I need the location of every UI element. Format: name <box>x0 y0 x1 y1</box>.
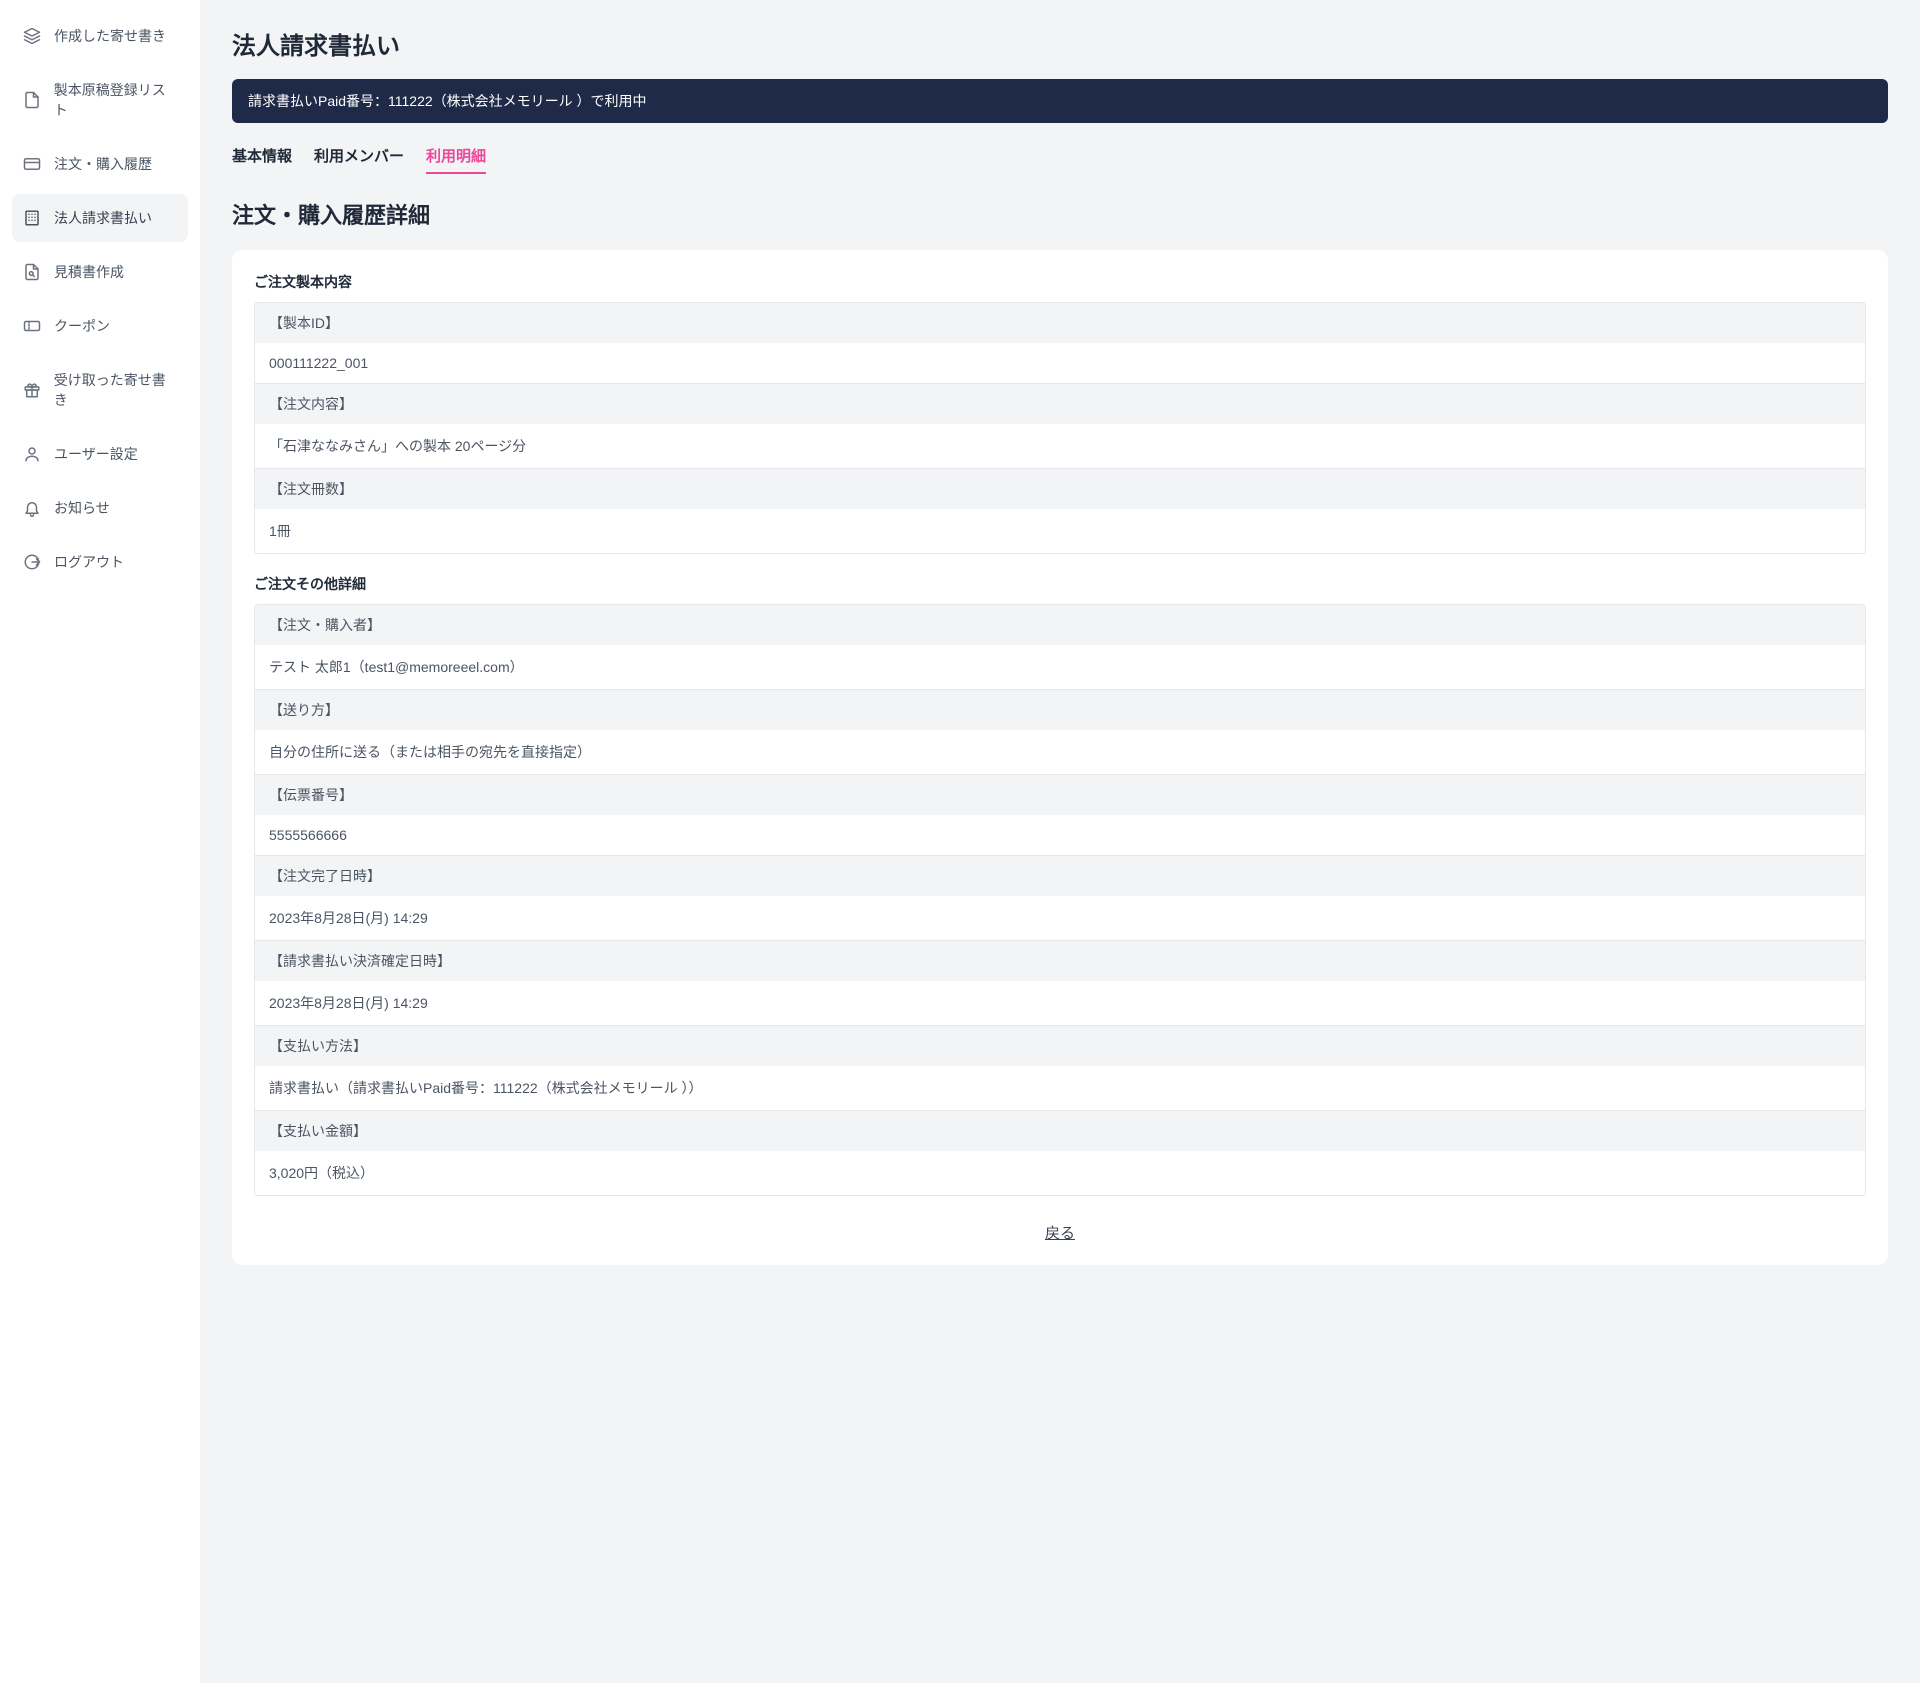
sidebar-item-label: ログアウト <box>54 552 124 572</box>
order-content-table: 【製本ID】 000111222_001 【注文内容】 「石津ななみさん」への製… <box>254 302 1866 554</box>
table-row: 【支払い金額】 3,020円（税込） <box>255 1111 1865 1195</box>
row-value: 2023年8月28日(月) 14:29 <box>255 981 1865 1025</box>
sidebar-item-created-yosegaki[interactable]: 作成した寄せ書き <box>12 12 188 60</box>
table-row: 【注文完了日時】 2023年8月28日(月) 14:29 <box>255 856 1865 941</box>
order-detail-heading: ご注文その他詳細 <box>254 574 1866 594</box>
sidebar-item-label: 法人請求書払い <box>54 208 152 228</box>
row-label: 【支払い方法】 <box>255 1026 1865 1066</box>
sidebar-item-received-yosegaki[interactable]: 受け取った寄せ書き <box>12 356 188 424</box>
row-label: 【支払い金額】 <box>255 1111 1865 1151</box>
row-value: 2023年8月28日(月) 14:29 <box>255 896 1865 940</box>
layers-icon <box>22 26 42 46</box>
row-value: 請求書払い（請求書払いPaid番号：111222（株式会社メモリール ）） <box>255 1066 1865 1110</box>
row-value: 1冊 <box>255 509 1865 553</box>
table-row: 【送り方】 自分の住所に送る（または相手の宛先を直接指定） <box>255 690 1865 775</box>
sidebar-item-label: 受け取った寄せ書き <box>54 370 178 410</box>
status-banner: 請求書払いPaid番号：111222（株式会社メモリール ）で利用中 <box>232 79 1888 123</box>
order-content-heading: ご注文製本内容 <box>254 272 1866 292</box>
sidebar-item-user-settings[interactable]: ユーザー設定 <box>12 430 188 478</box>
row-value: 3,020円（税込） <box>255 1151 1865 1195</box>
table-row: 【伝票番号】 5555566666 <box>255 775 1865 856</box>
sidebar-item-logout[interactable]: ログアウト <box>12 538 188 586</box>
sidebar-item-label: 見積書作成 <box>54 262 124 282</box>
tab-members[interactable]: 利用メンバー <box>314 139 404 174</box>
logout-icon <box>22 552 42 572</box>
sidebar-item-label: クーポン <box>54 316 110 336</box>
sidebar-item-notifications[interactable]: お知らせ <box>12 484 188 532</box>
tab-basic-info[interactable]: 基本情報 <box>232 139 292 174</box>
back-link[interactable]: 戻る <box>1045 1225 1075 1242</box>
sidebar-item-quotation[interactable]: 見積書作成 <box>12 248 188 296</box>
row-value: 自分の住所に送る（または相手の宛先を直接指定） <box>255 730 1865 774</box>
row-label: 【請求書払い決済確定日時】 <box>255 941 1865 981</box>
bell-icon <box>22 498 42 518</box>
row-label: 【製本ID】 <box>255 303 1865 343</box>
table-row: 【支払い方法】 請求書払い（請求書払いPaid番号：111222（株式会社メモリ… <box>255 1026 1865 1111</box>
building-icon <box>22 208 42 228</box>
file-search-icon <box>22 262 42 282</box>
tabs: 基本情報 利用メンバー 利用明細 <box>232 139 1888 174</box>
sidebar-item-order-history[interactable]: 注文・購入履歴 <box>12 140 188 188</box>
sidebar-item-label: 製本原稿登録リスト <box>54 80 178 120</box>
sidebar-item-label: ユーザー設定 <box>54 444 138 464</box>
ticket-icon <box>22 316 42 336</box>
row-label: 【伝票番号】 <box>255 775 1865 815</box>
sidebar: 作成した寄せ書き 製本原稿登録リスト 注文・購入履歴 法人請求書払い 見積書作成 <box>0 0 200 1683</box>
main-content: 法人請求書払い 請求書払いPaid番号：111222（株式会社メモリール ）で利… <box>200 0 1920 1683</box>
detail-card: ご注文製本内容 【製本ID】 000111222_001 【注文内容】 「石津な… <box>232 250 1888 1265</box>
row-label: 【注文内容】 <box>255 384 1865 424</box>
sidebar-item-binding-list[interactable]: 製本原稿登録リスト <box>12 66 188 134</box>
tab-usage-details[interactable]: 利用明細 <box>426 139 486 174</box>
table-row: 【注文・購入者】 テスト 太郎1（test1@memoreeel.com） <box>255 605 1865 690</box>
order-detail-table: 【注文・購入者】 テスト 太郎1（test1@memoreeel.com） 【送… <box>254 604 1866 1196</box>
table-row: 【注文内容】 「石津ななみさん」への製本 20ページ分 <box>255 384 1865 469</box>
section-title: 注文・購入履歴詳細 <box>232 198 1888 230</box>
sidebar-item-label: 注文・購入履歴 <box>54 154 152 174</box>
row-value: 「石津ななみさん」への製本 20ページ分 <box>255 424 1865 468</box>
credit-card-icon <box>22 154 42 174</box>
sidebar-item-coupon[interactable]: クーポン <box>12 302 188 350</box>
row-label: 【注文完了日時】 <box>255 856 1865 896</box>
row-label: 【注文冊数】 <box>255 469 1865 509</box>
gift-icon <box>22 380 42 400</box>
table-row: 【製本ID】 000111222_001 <box>255 303 1865 384</box>
sidebar-item-label: お知らせ <box>54 498 110 518</box>
row-label: 【送り方】 <box>255 690 1865 730</box>
page-title: 法人請求書払い <box>232 26 1888 61</box>
row-value: 5555566666 <box>255 815 1865 855</box>
row-label: 【注文・購入者】 <box>255 605 1865 645</box>
sidebar-item-corporate-invoice[interactable]: 法人請求書払い <box>12 194 188 242</box>
table-row: 【注文冊数】 1冊 <box>255 469 1865 553</box>
row-value: テスト 太郎1（test1@memoreeel.com） <box>255 645 1865 689</box>
table-row: 【請求書払い決済確定日時】 2023年8月28日(月) 14:29 <box>255 941 1865 1026</box>
back-wrap: 戻る <box>254 1222 1866 1243</box>
file-icon <box>22 90 42 110</box>
sidebar-item-label: 作成した寄せ書き <box>54 26 166 46</box>
user-icon <box>22 444 42 464</box>
row-value: 000111222_001 <box>255 343 1865 383</box>
